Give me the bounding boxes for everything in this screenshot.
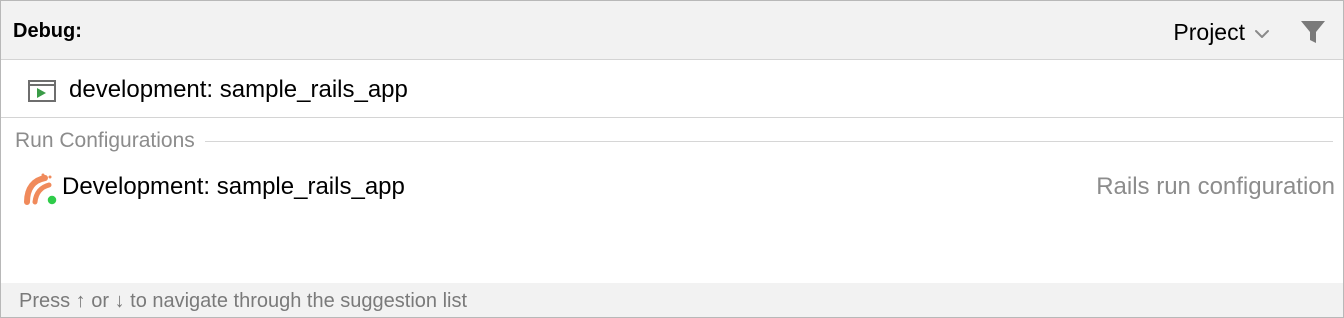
item-label: Development: sample_rails_app — [62, 173, 405, 200]
section-label: Run Configurations — [15, 129, 195, 152]
popup-title: Debug: — [13, 20, 82, 42]
run-anything-popup: Debug: Project Run Configurations — [0, 0, 1344, 318]
search-input[interactable] — [69, 74, 1309, 106]
filter-icon[interactable] — [1299, 19, 1327, 45]
run-configuration-icon — [28, 80, 56, 102]
search-row — [1, 60, 1343, 118]
popup-footer: Press ↑ or ↓ to navigate through the sug… — [1, 283, 1343, 317]
list-item[interactable]: Development: sample_rails_app Rails run … — [1, 167, 1343, 207]
popup-header: Debug: Project — [1, 1, 1343, 60]
chevron-down-icon — [1255, 30, 1269, 38]
section-divider — [204, 140, 1333, 142]
rails-icon — [24, 173, 58, 205]
scope-label: Project — [1173, 19, 1245, 45]
item-type: Rails run configuration — [1096, 173, 1335, 200]
scope-dropdown[interactable]: Project — [1173, 19, 1271, 45]
navigation-hint: Press ↑ or ↓ to navigate through the sug… — [19, 290, 468, 312]
section-header: Run Configurations — [15, 129, 1333, 153]
